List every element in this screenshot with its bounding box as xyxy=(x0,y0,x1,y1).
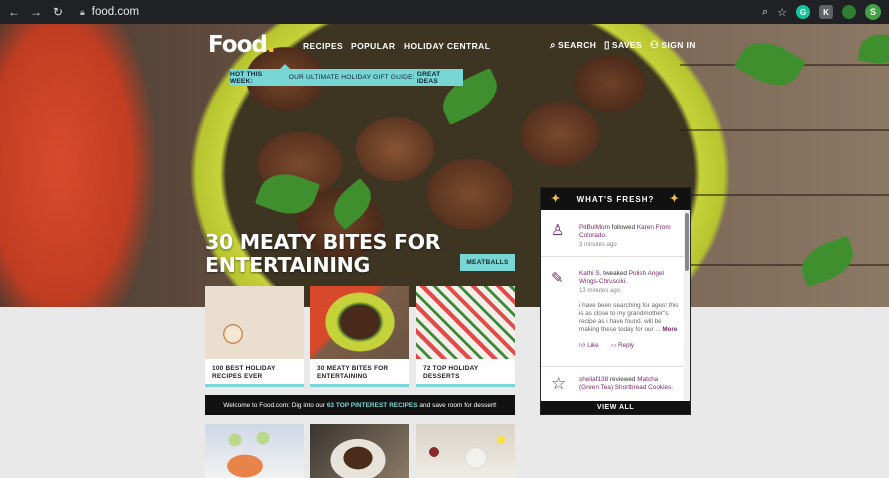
activity-feed: ♙ PitBulMom followed Karen From Colorado… xyxy=(541,210,684,402)
sign-in-button[interactable]: ⚇ SIGN IN xyxy=(650,40,696,51)
reply-button[interactable]: ▭ Reply xyxy=(611,342,634,350)
hero-headline[interactable]: 30 MEATY BITES FOR ENTERTAINING xyxy=(205,231,441,277)
more-link[interactable]: More xyxy=(662,326,677,333)
card-holiday-desserts[interactable]: 72 TOP HOLIDAY DESSERTS xyxy=(416,286,515,387)
reply-icon: ▭ xyxy=(610,342,617,349)
zoom-icon[interactable]: ⌕ xyxy=(762,6,768,19)
whats-fresh-panel: ✦ WHAT'S FRESH? ✦ ♙ PitBulMom followed K… xyxy=(540,187,691,415)
promo-cta[interactable]: GREAT IDEAS xyxy=(417,71,463,85)
address-bar[interactable]: 🔒︎ food.com xyxy=(80,6,139,18)
browser-toolbar: ← → ↻ 🔒︎ food.com ⌕ ☆ G K S xyxy=(0,0,889,24)
search-button[interactable]: ⌕ SEARCH xyxy=(550,40,596,51)
pinterest-recipes-link[interactable]: 63 TOP PINTEREST RECIPES xyxy=(327,402,418,409)
bookmark-icon: ▯ xyxy=(604,40,610,51)
saves-button[interactable]: ▯ SAVES xyxy=(604,40,642,51)
whats-fresh-header: ✦ WHAT'S FRESH? ✦ xyxy=(541,188,690,210)
review-star-icon: ☆ xyxy=(551,374,567,393)
reload-icon[interactable]: ↻ xyxy=(50,5,66,19)
feed-user-link[interactable]: PitBulMom xyxy=(579,224,610,231)
card-image xyxy=(205,286,304,359)
nav-recipes[interactable]: RECIPES xyxy=(303,41,343,51)
recipe-thumbnail[interactable] xyxy=(416,424,515,478)
recipe-thumbnail[interactable] xyxy=(205,424,304,478)
card-holiday-recipes[interactable]: 100 BEST HOLIDAY RECIPES EVER xyxy=(205,286,304,387)
follow-user-icon: ♙ xyxy=(551,222,565,239)
lock-icon: 🔒︎ xyxy=(80,6,85,17)
card-meaty-bites[interactable]: 30 MEATY BITES FOR ENTERTAINING xyxy=(310,286,409,387)
forward-icon[interactable]: → xyxy=(28,5,44,19)
back-icon[interactable]: ← xyxy=(6,5,22,19)
profile-avatar[interactable]: S xyxy=(865,4,881,20)
sparkle-icon: ✦ xyxy=(551,193,562,205)
promo-banner[interactable]: HOT THIS WEEK: OUR ULTIMATE HOLIDAY GIFT… xyxy=(230,64,463,86)
bookmark-star-icon[interactable]: ☆ xyxy=(777,6,787,19)
green-extension-icon[interactable] xyxy=(842,5,856,19)
feed-item[interactable]: ✎ Kathi S. tweaked Polish Angel Wings-Ch… xyxy=(541,257,684,367)
scrollbar-thumb[interactable] xyxy=(685,213,689,271)
feed-user-link[interactable]: Kathi S. xyxy=(579,270,601,277)
view-all-button[interactable]: VIEW ALL xyxy=(541,401,690,414)
hero-image[interactable] xyxy=(0,24,889,307)
feed-item[interactable]: ☆ sheilaf138 reviewed Matcha (Green Tea)… xyxy=(541,367,684,402)
like-button[interactable]: 👍︎ Like xyxy=(579,342,599,350)
user-icon: ⚇ xyxy=(650,40,660,51)
thumbs-up-icon: 👍︎ xyxy=(579,342,586,349)
k-extension-icon[interactable]: K xyxy=(819,5,833,19)
welcome-banner[interactable]: Welcome to Food.com: Dig into our 63 TOP… xyxy=(205,395,515,415)
nav-holiday-central[interactable]: HOLIDAY CENTRAL xyxy=(404,41,490,51)
promo-text: OUR ULTIMATE HOLIDAY GIFT GUIDE: xyxy=(286,74,417,81)
card-image xyxy=(310,286,409,359)
card-image xyxy=(416,286,515,359)
edit-pencil-icon: ✎ xyxy=(551,270,564,287)
search-icon: ⌕ xyxy=(550,40,556,51)
nav-popular[interactable]: POPULAR xyxy=(351,41,395,51)
grammarly-extension-icon[interactable]: G xyxy=(796,5,810,19)
food-logo[interactable]: Food. xyxy=(208,32,276,58)
sparkle-icon: ✦ xyxy=(669,193,680,205)
feed-item[interactable]: ♙ PitBulMom followed Karen From Colorado… xyxy=(541,210,684,257)
recipe-thumbnail[interactable] xyxy=(310,424,409,478)
promo-prefix: HOT THIS WEEK: xyxy=(230,70,263,85)
url-text: food.com xyxy=(91,6,140,18)
feed-user-link[interactable]: sheilaf138 xyxy=(579,376,608,383)
meatballs-tag[interactable]: MEATBALLS xyxy=(460,254,515,271)
